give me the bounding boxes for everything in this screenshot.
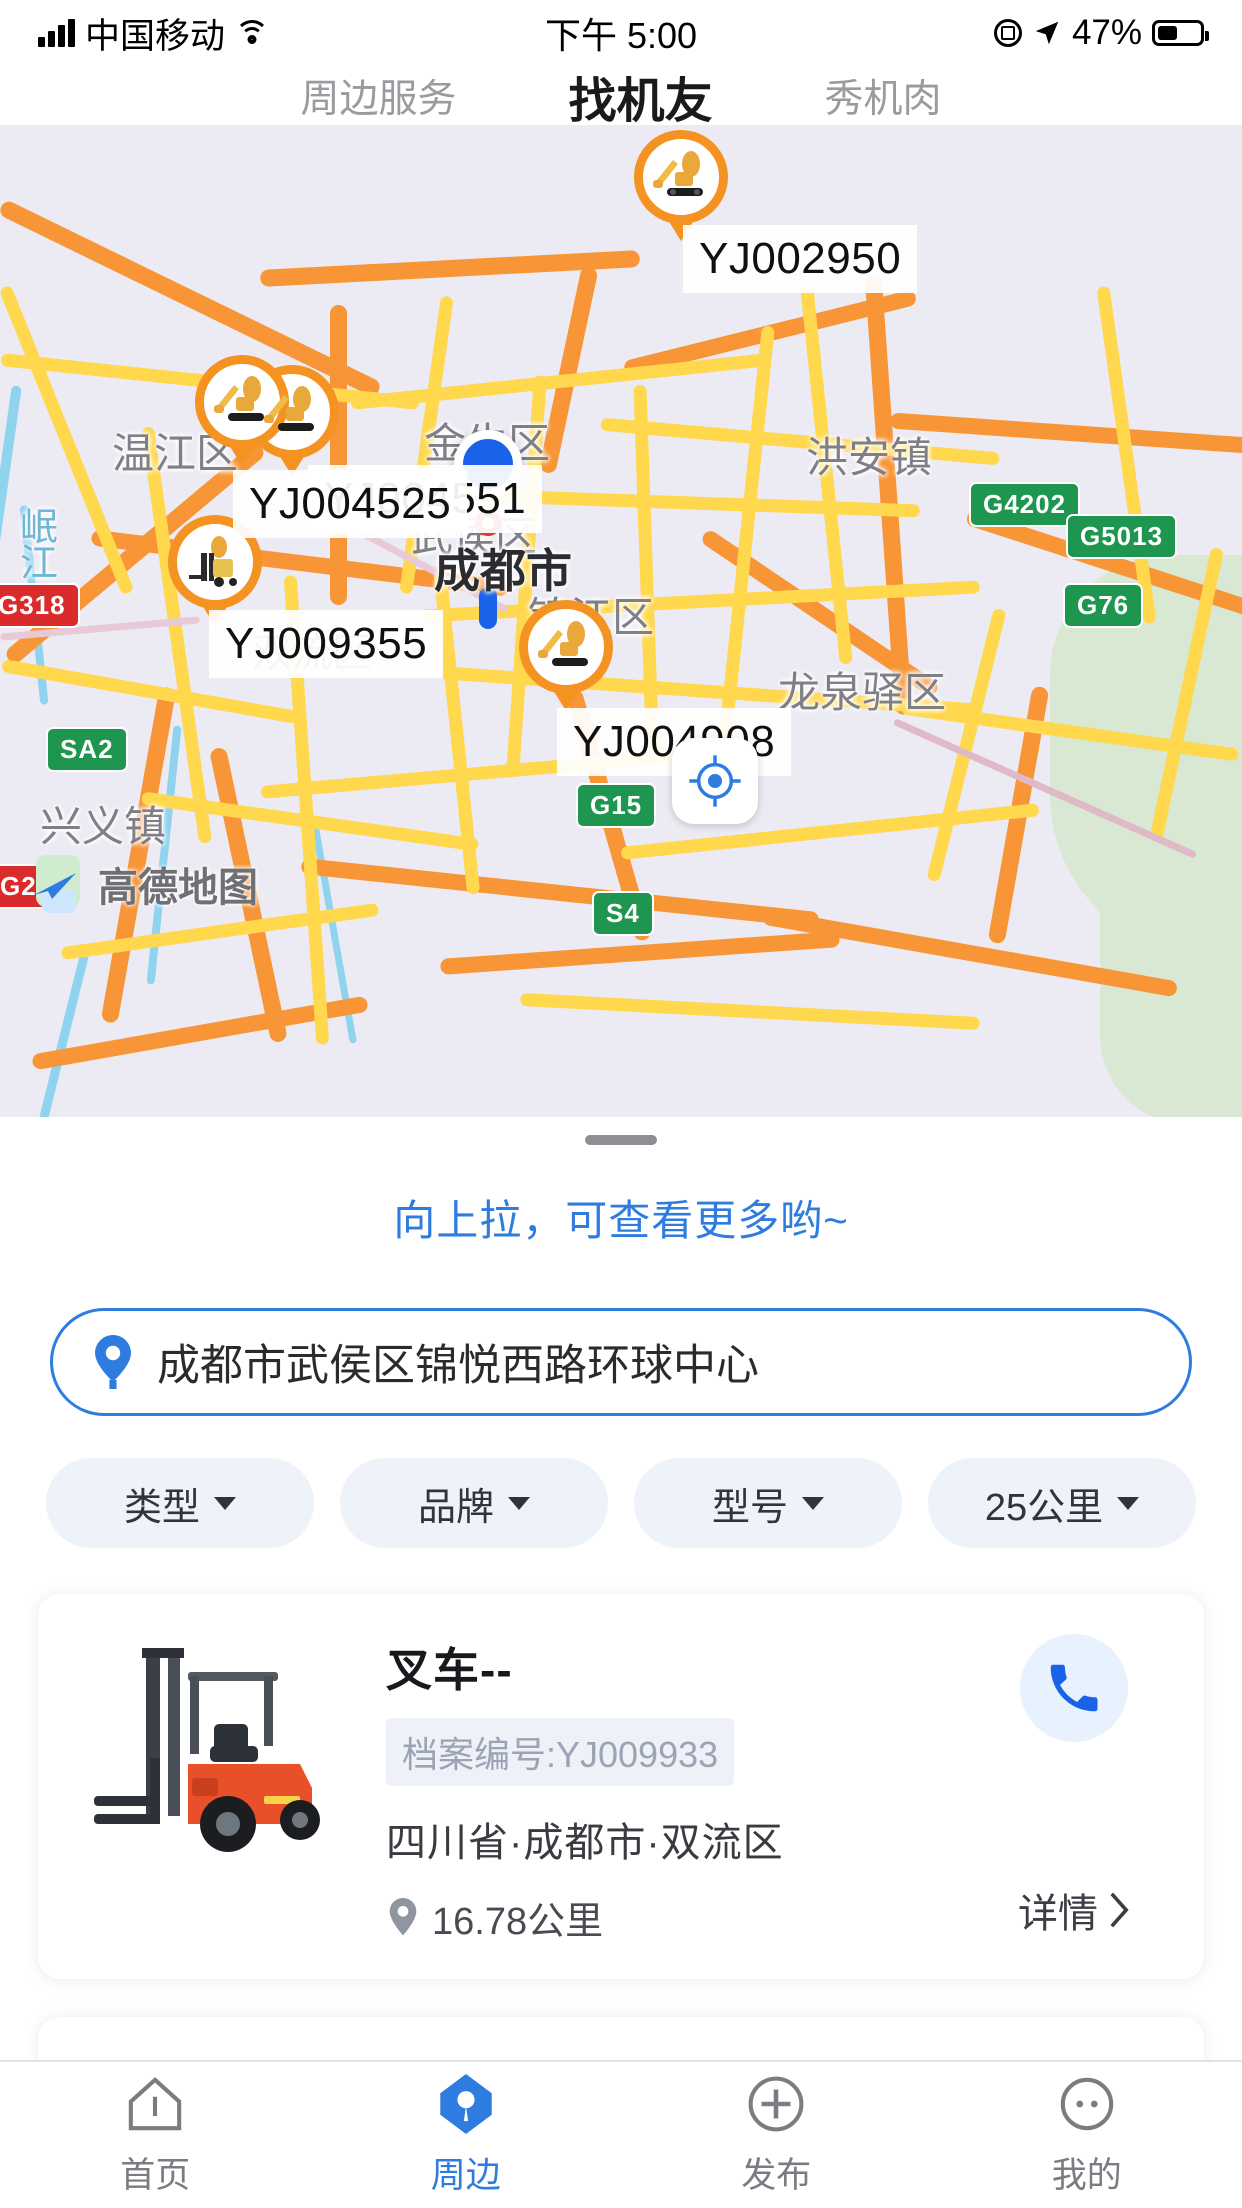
sheet-drag-handle[interactable] [585, 1135, 657, 1145]
app-screen: 中国移动 下午 5:00 47% 周边服务 找机友 秀机肉 G4202 G501… [0, 0, 1242, 2208]
plus-circle-icon [745, 2073, 807, 2135]
tab-bar-label-nearby: 周边 [430, 2155, 501, 2195]
filter-chip-brand[interactable]: 品牌 [340, 1458, 608, 1548]
filter-chip-distance[interactable]: 25公里 [928, 1458, 1196, 1548]
excavator-icon [214, 376, 264, 421]
tab-bar-item-publish[interactable]: 发布 [621, 2073, 932, 2198]
forklift-icon [189, 536, 237, 587]
city-label-chengdu: 成都市 [434, 545, 572, 597]
tab-bar-label-home: 首页 [120, 2155, 191, 2195]
battery-icon [1152, 20, 1209, 46]
nearby-pin-icon [435, 2073, 497, 2135]
map-marker-excavator[interactable] [519, 600, 613, 694]
pull-up-hint: 向上拉，可查看更多哟~ [393, 1197, 849, 1244]
amap-logo-label: 高德地图 [98, 866, 258, 910]
tab-bar-item-home[interactable]: 首页 [0, 2073, 311, 2198]
excavator-icon [538, 621, 588, 666]
tab-find-friends[interactable]: 找机友 [568, 61, 712, 131]
user-face-icon [1056, 2073, 1118, 2135]
filter-chip-row: 类型 品牌 型号 25公里 [46, 1458, 1196, 1548]
chevron-down-icon [508, 1496, 530, 1510]
map-road [718, 325, 775, 745]
bottom-tab-bar: 首页 周边 发布 我的 [0, 2060, 1242, 2208]
machine-card-actions: 详情 [974, 1628, 1174, 1945]
filter-chip-distance-label: 25公里 [984, 1486, 1104, 1529]
machine-info: 叉车-- 档案编号:YJ009933 四川省·成都市·双流区 16.78公里 [386, 1628, 956, 1945]
chevron-right-icon [1110, 1892, 1129, 1928]
locate-button[interactable] [672, 738, 758, 824]
map-view[interactable]: G4202 G5013 G76 G318 SA2 S4 G15 G2 温江区 金… [0, 125, 1242, 1117]
filter-chip-type-label: 类型 [123, 1486, 200, 1529]
distance-pin-icon [389, 1897, 417, 1935]
top-tab-bar: 周边服务 找机友 秀机肉 [0, 66, 1242, 128]
location-pin-icon [95, 1335, 131, 1389]
excavator-icon [653, 151, 703, 196]
address-search-box[interactable]: 成都市武侯区锦悦西路环球中心 [50, 1308, 1192, 1416]
machine-region: 四川省·成都市·双流区 [386, 1821, 784, 1865]
road-shield: G76 [1063, 583, 1144, 628]
detail-link[interactable]: 详情 [1018, 1881, 1130, 1939]
map-road [330, 305, 347, 605]
map-marker-excavator[interactable] [634, 130, 728, 224]
district-label-minjiang: 岷江 [20, 507, 59, 586]
filter-chip-model[interactable]: 型号 [634, 1458, 902, 1548]
district-label-honganzhen: 洪安镇 [806, 434, 933, 481]
district-label-longquanyi: 龙泉驿区 [778, 669, 947, 716]
map-road [300, 857, 820, 929]
road-shield: G4202 [969, 482, 1081, 527]
tab-show-machines[interactable]: 秀机肉 [825, 68, 942, 124]
map-marker-label: YJ009355 [209, 610, 444, 678]
map-marker-label: YJ002950 [683, 225, 918, 293]
locate-icon [689, 755, 741, 807]
status-bar: 中国移动 下午 5:00 47% [0, 0, 1242, 66]
filter-chip-brand-label: 品牌 [417, 1486, 494, 1529]
road-shield: G318 [0, 583, 80, 628]
road-shield: G5013 [1066, 514, 1178, 559]
tab-nearby-services[interactable]: 周边服务 [300, 68, 456, 124]
status-bar-right: 47% [993, 13, 1209, 53]
machine-distance-label: 16.78公里 [432, 1901, 604, 1943]
tab-bar-item-nearby[interactable]: 周边 [311, 2073, 622, 2198]
filter-chip-model-label: 型号 [711, 1486, 788, 1529]
call-button[interactable] [1020, 1634, 1128, 1742]
road-shield: SA2 [46, 727, 128, 772]
amap-mark-icon [28, 855, 86, 913]
chevron-down-icon [802, 1496, 824, 1510]
map-canvas: G4202 G5013 G76 G318 SA2 S4 G15 G2 温江区 金… [0, 125, 1242, 1117]
phone-icon [1050, 1664, 1098, 1712]
map-marker-label: YJ004525 [233, 470, 468, 538]
amap-logo: 高德地图 [28, 855, 258, 913]
tab-bar-label-publish: 发布 [741, 2155, 812, 2195]
chevron-down-icon [214, 1496, 236, 1510]
filter-chip-type[interactable]: 类型 [46, 1458, 314, 1548]
map-river [38, 946, 91, 1117]
lock-rotation-icon [993, 19, 1022, 47]
detail-link-label: 详情 [1018, 1892, 1098, 1936]
road-shield: S4 [592, 891, 654, 936]
machine-distance-row: 16.78公里 [386, 1890, 956, 1945]
chevron-down-icon [1117, 1496, 1140, 1510]
battery-percent-label: 47% [1071, 13, 1142, 52]
road-shield: G15 [576, 783, 657, 828]
map-road [519, 992, 981, 1031]
location-arrow-icon [1035, 21, 1059, 45]
machine-title: 叉车-- [386, 1644, 513, 1696]
home-icon [124, 2073, 186, 2135]
address-search-value[interactable]: 成都市武侯区锦悦西路环球中心 [157, 1331, 759, 1393]
machine-card[interactable]: 叉车-- 档案编号:YJ009933 四川省·成都市·双流区 16.78公里 详… [38, 1594, 1204, 1979]
forklift-photo [94, 1648, 320, 1852]
map-river [0, 385, 22, 555]
district-label-xingyizhen: 兴义镇 [40, 803, 167, 850]
tab-bar-label-profile: 我的 [1051, 2155, 1122, 2195]
machine-code-badge: 档案编号:YJ009933 [386, 1718, 735, 1786]
tab-bar-item-profile[interactable]: 我的 [932, 2073, 1242, 2198]
bottom-sheet: 向上拉，可查看更多哟~ 成都市武侯区锦悦西路环球中心 类型 品牌 型号 25公里… [0, 1117, 1242, 2208]
machine-thumbnail [68, 1628, 368, 1858]
